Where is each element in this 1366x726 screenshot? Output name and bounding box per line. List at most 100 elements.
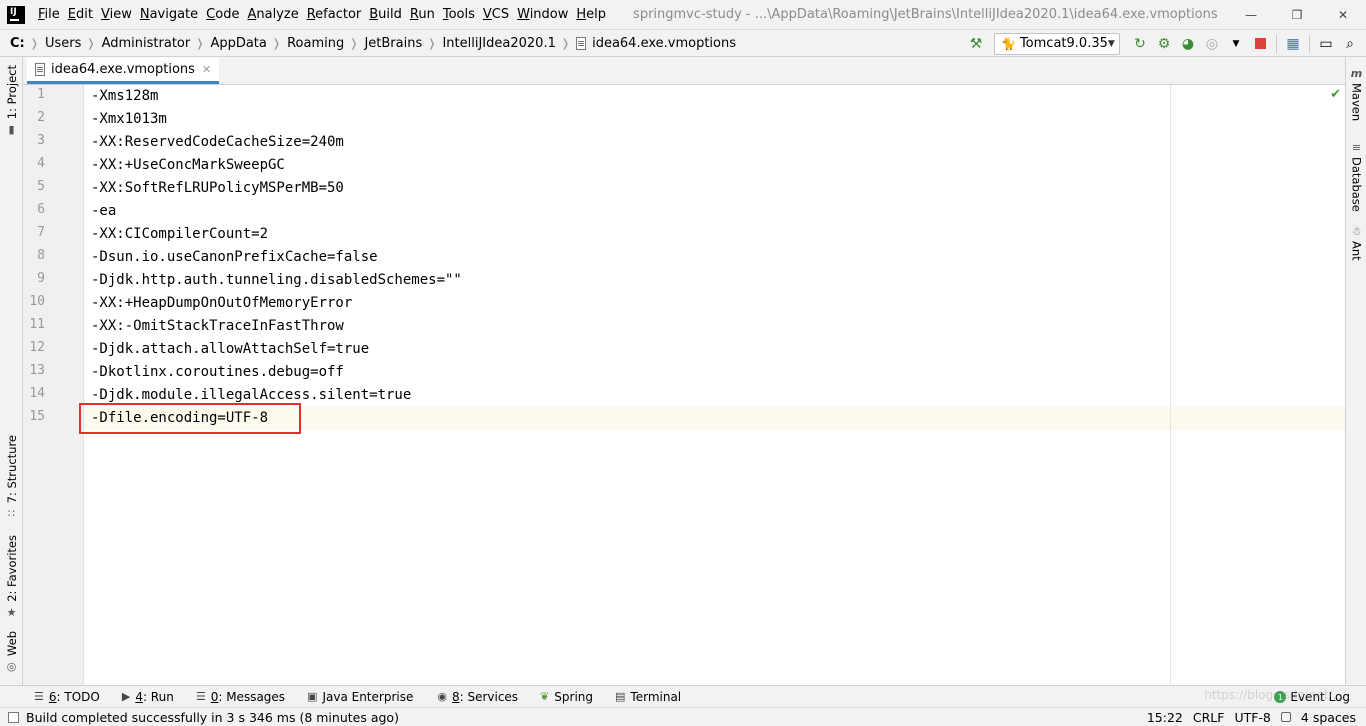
- code-line[interactable]: -XX:ReservedCodeCacheSize=240m: [91, 131, 344, 154]
- menu-view[interactable]: View: [97, 0, 136, 29]
- restore-button[interactable]: ❐: [1274, 0, 1320, 29]
- line-number: 1: [37, 87, 45, 102]
- breadcrumb-users[interactable]: Users: [45, 36, 81, 51]
- database-icon: ≡: [1351, 141, 1362, 154]
- search-icon[interactable]: ⌕: [1338, 32, 1362, 56]
- build-hammer-icon[interactable]: ⚒: [964, 32, 988, 56]
- code-line[interactable]: -Dkotlinx.coroutines.debug=off: [91, 361, 344, 384]
- right-tool-strip: m Maven ≡ Database ☃ Ant: [1345, 57, 1366, 685]
- menu-analyze[interactable]: Analyze: [243, 0, 302, 29]
- menu-code[interactable]: Code: [202, 0, 243, 29]
- messages-tool-label: : Messages: [218, 689, 286, 704]
- file-encoding[interactable]: UTF-8: [1234, 710, 1270, 725]
- editor-tab-vmoptions[interactable]: idea64.exe.vmoptions ✕: [27, 57, 220, 84]
- project-tool-tab[interactable]: 1: Project ▮: [0, 65, 23, 136]
- caret-position[interactable]: 15:22: [1147, 710, 1183, 725]
- spring-tool-button[interactable]: ❦ Spring: [540, 690, 593, 704]
- main-menu: File Edit View Navigate Code Analyze Ref…: [34, 0, 610, 29]
- close-window-button[interactable]: ✕: [1320, 0, 1366, 29]
- indent-setting[interactable]: 4 spaces: [1301, 710, 1356, 725]
- annotation-highlight-box: [79, 403, 301, 434]
- structure-tool-tab[interactable]: 7: Structure ∷: [0, 435, 23, 520]
- coverage-icon[interactable]: ◕: [1176, 32, 1200, 56]
- breadcrumb-jetbrains[interactable]: JetBrains: [364, 36, 422, 51]
- menu-navigate[interactable]: Navigate: [136, 0, 202, 29]
- code-line[interactable]: -XX:SoftRefLRUPolicyMSPerMB=50: [91, 177, 344, 200]
- menu-build[interactable]: Build: [365, 0, 406, 29]
- menu-run[interactable]: Run: [406, 0, 439, 29]
- profile-icon[interactable]: ◎: [1200, 32, 1224, 56]
- code-line[interactable]: -Xms128m: [91, 85, 158, 108]
- ant-tool-label: Ant: [1349, 241, 1364, 261]
- menu-tools[interactable]: Tools: [439, 0, 479, 29]
- stop-icon[interactable]: [1248, 32, 1272, 56]
- lock-icon[interactable]: [1280, 712, 1291, 722]
- rerun-icon[interactable]: ↻: [1128, 32, 1152, 56]
- code-line[interactable]: -XX:CICompilerCount=2: [91, 223, 268, 246]
- close-icon[interactable]: ✕: [202, 63, 211, 76]
- chevron-right-icon: ❭: [560, 36, 571, 50]
- code-line[interactable]: -XX:-OmitStackTraceInFastThrow: [91, 315, 344, 338]
- breadcrumb-roaming[interactable]: Roaming: [287, 36, 344, 51]
- line-number: 12: [29, 340, 45, 355]
- breadcrumb-intellij[interactable]: IntelliJIdea2020.1: [442, 36, 555, 51]
- ant-icon: ☃: [1351, 225, 1362, 238]
- code-line[interactable]: -Djdk.attach.allowAttachSelf=true: [91, 338, 369, 361]
- todo-tool-button[interactable]: ☰ 6: TODO: [34, 690, 100, 704]
- breadcrumb: C: ❭ Users ❭ Administrator ❭ AppData ❭ R…: [10, 36, 736, 51]
- toggle-tool-windows-icon[interactable]: [8, 711, 19, 723]
- debug-bug-icon[interactable]: ⚙: [1152, 32, 1176, 56]
- status-message[interactable]: Build completed successfully in 3 s 346 …: [26, 710, 399, 725]
- line-number: 5: [37, 179, 45, 194]
- code-line[interactable]: -XX:+HeapDumpOnOutOfMemoryError: [91, 292, 352, 315]
- ant-tool-tab[interactable]: ☃ Ant: [1346, 225, 1366, 261]
- minimize-button[interactable]: —: [1228, 0, 1274, 29]
- code-line[interactable]: -XX:+UseConcMarkSweepGC: [91, 154, 285, 177]
- more-run-chevron-icon[interactable]: ▼: [1224, 32, 1248, 56]
- line-number: 14: [29, 386, 45, 401]
- code-line[interactable]: -Dsun.io.useCanonPrefixCache=false: [91, 246, 378, 269]
- menu-edit[interactable]: Edit: [64, 0, 97, 29]
- chevron-right-icon: ❭: [349, 36, 359, 50]
- line-separator[interactable]: CRLF: [1193, 710, 1225, 725]
- code-line[interactable]: -ea: [91, 200, 116, 223]
- messages-tool-button[interactable]: ☰ 0: Messages: [196, 690, 285, 704]
- code-editor[interactable]: 1 2 3 4 5 6 7 8 9 10 11 12 13 14 15 -Xms…: [23, 85, 1345, 685]
- chevron-down-icon: ▼: [1107, 38, 1115, 49]
- database-tool-tab[interactable]: ≡ Database: [1346, 141, 1366, 212]
- messages-tool-number: 0: [210, 689, 219, 704]
- menu-vcs[interactable]: VCS: [479, 0, 513, 29]
- run-configuration-select[interactable]: 🐈 Tomcat9.0.35 ▼: [994, 32, 1120, 55]
- line-number: 3: [37, 133, 45, 148]
- line-number: 15: [29, 409, 45, 424]
- menu-file[interactable]: File: [34, 0, 64, 29]
- code-line[interactable]: -Xmx1013m: [91, 108, 167, 131]
- services-tool-number: 8: [451, 689, 460, 704]
- breadcrumb-appdata[interactable]: AppData: [210, 36, 266, 51]
- web-tool-tab[interactable]: Web ◎: [0, 631, 23, 673]
- run-tool-button[interactable]: ▶ 4: Run: [122, 690, 174, 704]
- favorites-tool-tab[interactable]: 2: Favorites ★: [0, 535, 23, 619]
- breadcrumb-administrator[interactable]: Administrator: [102, 36, 191, 51]
- terminal-tool-button[interactable]: ▤ Terminal: [615, 690, 681, 704]
- code-line[interactable]: -Djdk.http.auth.tunneling.disabledScheme…: [91, 269, 462, 292]
- line-number: 4: [37, 156, 45, 171]
- java-enterprise-tool-button[interactable]: ▣ Java Enterprise: [307, 690, 413, 704]
- globe-icon: ◎: [6, 660, 17, 674]
- chevron-right-icon: ❭: [195, 36, 205, 50]
- menu-window[interactable]: Window: [513, 0, 572, 29]
- todo-tool-number: 6: [48, 689, 57, 704]
- toggle-presentation-icon[interactable]: ▭: [1314, 32, 1338, 56]
- breadcrumb-drive[interactable]: C:: [10, 36, 25, 51]
- maven-tool-label: Maven: [1349, 83, 1364, 122]
- services-tool-button[interactable]: ◉ 8: Services: [437, 690, 518, 704]
- breadcrumb-drive-label: C:: [10, 35, 25, 51]
- line-number: 11: [29, 317, 45, 332]
- spring-tool-label: Spring: [554, 689, 594, 704]
- maven-tool-tab[interactable]: m Maven: [1346, 67, 1366, 121]
- menu-help[interactable]: Help: [572, 0, 610, 29]
- star-icon: ★: [6, 605, 17, 619]
- breadcrumb-file[interactable]: idea64.exe.vmoptions: [576, 36, 736, 51]
- menu-refactor[interactable]: Refactor: [303, 0, 366, 29]
- project-structure-icon[interactable]: ▦: [1281, 32, 1305, 56]
